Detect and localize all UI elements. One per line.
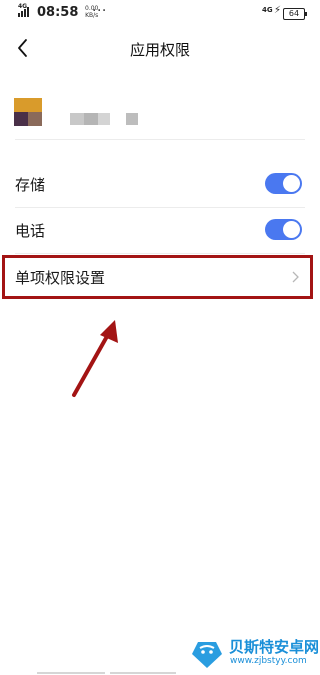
signal-icon xyxy=(18,6,32,17)
watermark-url: www.zjbstyy.com xyxy=(230,656,307,666)
page-title: 应用权限 xyxy=(129,41,190,59)
app-icon xyxy=(14,98,42,126)
watermark: 贝斯特安卓网 www.zjbstyy.com xyxy=(188,632,320,675)
status-bar: 4G 08:58 0.00 KB/s ··· 4G ⚡ 64 xyxy=(0,0,320,26)
network-type: 4G xyxy=(262,6,273,14)
battery-icon: 64 xyxy=(283,8,307,20)
divider xyxy=(15,139,305,140)
permission-row-phone[interactable]: 电话 xyxy=(0,207,320,253)
nav-bar: 应用权限 xyxy=(0,26,320,72)
annotation-arrow xyxy=(72,320,118,397)
charging-icon: ⚡ xyxy=(274,5,282,16)
permission-label: 存储 xyxy=(15,176,46,194)
phone-toggle[interactable] xyxy=(265,219,302,240)
toggle-knob xyxy=(283,221,300,238)
storage-toggle[interactable] xyxy=(265,173,302,194)
watermark-title: 贝斯特安卓网 xyxy=(229,638,320,656)
gesture-bar xyxy=(37,672,105,674)
permission-label: 电话 xyxy=(15,222,46,240)
gesture-bar xyxy=(110,672,176,674)
more-notifications-icon: ··· xyxy=(92,3,107,19)
watermark-logo-icon xyxy=(192,642,222,668)
permission-row-storage[interactable]: 存储 xyxy=(0,161,320,207)
toggle-knob xyxy=(283,175,300,192)
highlight-box xyxy=(2,255,313,299)
status-time: 08:58 xyxy=(37,5,79,20)
